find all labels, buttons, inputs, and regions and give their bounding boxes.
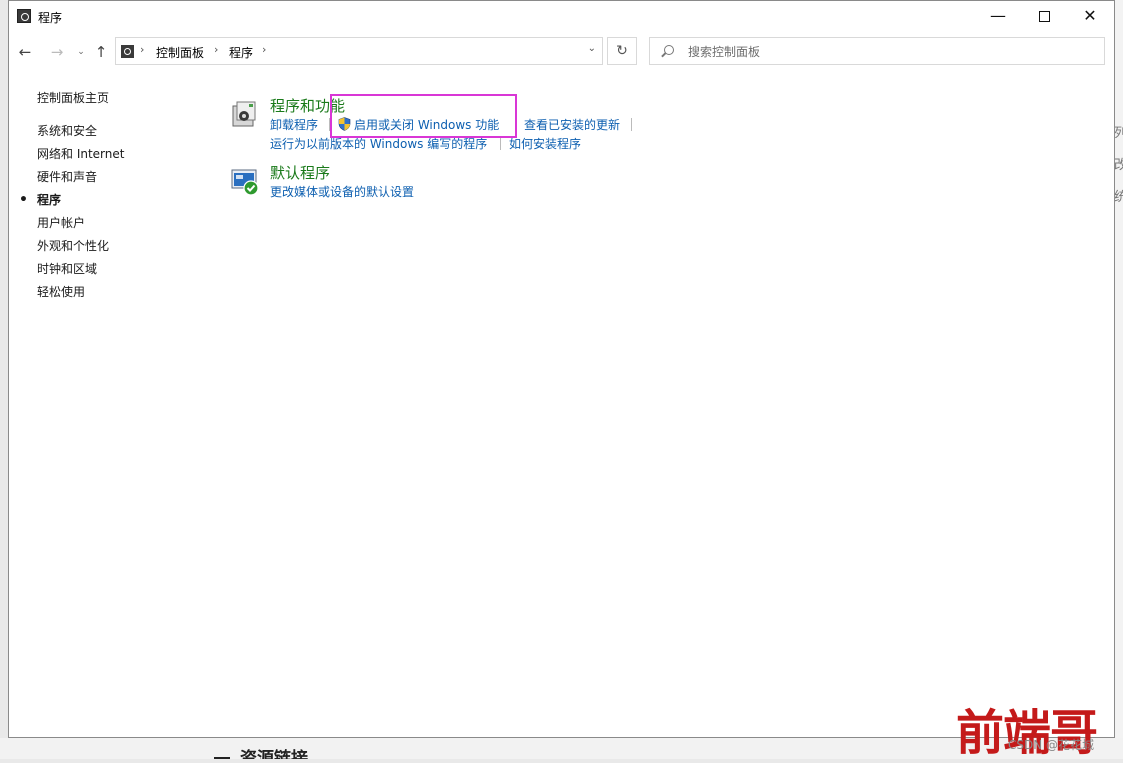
sidebar-item-appearance[interactable]: 外观和个性化 [37, 236, 217, 259]
title-bar[interactable]: 程序 — ✕ [9, 1, 1114, 33]
minimize-button[interactable]: — [975, 1, 1021, 33]
forward-button[interactable]: → [47, 41, 67, 63]
background-page [0, 738, 1123, 759]
sidebar-item-programs[interactable]: • 程序 [19, 190, 217, 213]
navigation-bar: ← → ⌄ ↑ › 控制面板 › 程序 › ⌄ ↻ [9, 37, 1114, 67]
csdn-credit: CSDN @花花城 [1008, 738, 1095, 752]
link-installed-updates[interactable]: 查看已安装的更新 [524, 116, 620, 133]
maximize-button[interactable] [1021, 1, 1067, 33]
breadcrumb-control-panel[interactable]: 控制面板 [156, 44, 204, 61]
recent-locations-button[interactable]: ⌄ [71, 41, 91, 63]
breadcrumb-separator[interactable]: › [214, 43, 218, 56]
up-button[interactable]: ↑ [91, 41, 111, 63]
breadcrumb-separator[interactable]: › [262, 43, 266, 56]
background-window-text: 列 改 统 [1114, 126, 1123, 205]
sidebar-item-ease-of-access[interactable]: 轻松使用 [37, 282, 217, 305]
link-divider [500, 137, 501, 150]
control-panel-icon [17, 9, 31, 23]
sidebar-item-hardware[interactable]: 硬件和声音 [37, 167, 217, 190]
link-uninstall-program[interactable]: 卸载程序 [270, 116, 318, 133]
close-button[interactable]: ✕ [1067, 1, 1113, 33]
default-programs-icon[interactable] [230, 167, 260, 197]
address-bar[interactable]: › 控制面板 › 程序 › ⌄ [115, 37, 603, 65]
breadcrumb-programs[interactable]: 程序 [229, 44, 253, 61]
search-input[interactable] [686, 42, 1090, 62]
chevron-down-icon[interactable]: ⌄ [588, 43, 596, 54]
sidebar-item-network[interactable]: 网络和 Internet [37, 144, 217, 167]
window-title: 程序 [38, 11, 63, 25]
category-title-default-programs[interactable]: 默认程序 [270, 162, 330, 183]
background-heading: 资源链接 [214, 748, 308, 759]
maximize-icon [1038, 11, 1050, 22]
link-how-to-install[interactable]: 如何安装程序 [509, 135, 581, 152]
sidebar-item-home[interactable]: 控制面板主页 [37, 88, 217, 111]
highlight-annotation [330, 94, 517, 138]
breadcrumb-separator[interactable]: › [140, 43, 144, 56]
link-media-defaults[interactable]: 更改媒体或设备的默认设置 [270, 183, 414, 200]
sidebar-item-system-security[interactable]: 系统和安全 [37, 121, 217, 144]
control-panel-window: 程序 — ✕ ← → ⌄ ↑ › 控制面板 › 程序 › ⌄ ↻ 控制面板主页 … [8, 0, 1115, 738]
programs-features-icon[interactable] [230, 99, 260, 129]
sidebar-item-clock-region[interactable]: 时钟和区域 [37, 259, 217, 282]
sidebar: 控制面板主页 系统和安全 网络和 Internet 硬件和声音 • 程序 用户帐户… [19, 88, 217, 305]
refresh-button[interactable]: ↻ [607, 37, 637, 65]
search-icon [664, 45, 674, 55]
control-panel-icon [121, 45, 134, 58]
sidebar-item-user-accounts[interactable]: 用户帐户 [37, 213, 217, 236]
active-bullet: • [19, 192, 28, 208]
link-divider [631, 118, 632, 131]
search-box[interactable] [649, 37, 1105, 65]
back-button[interactable]: ← [15, 41, 35, 63]
background-window-edge [1115, 0, 1123, 759]
